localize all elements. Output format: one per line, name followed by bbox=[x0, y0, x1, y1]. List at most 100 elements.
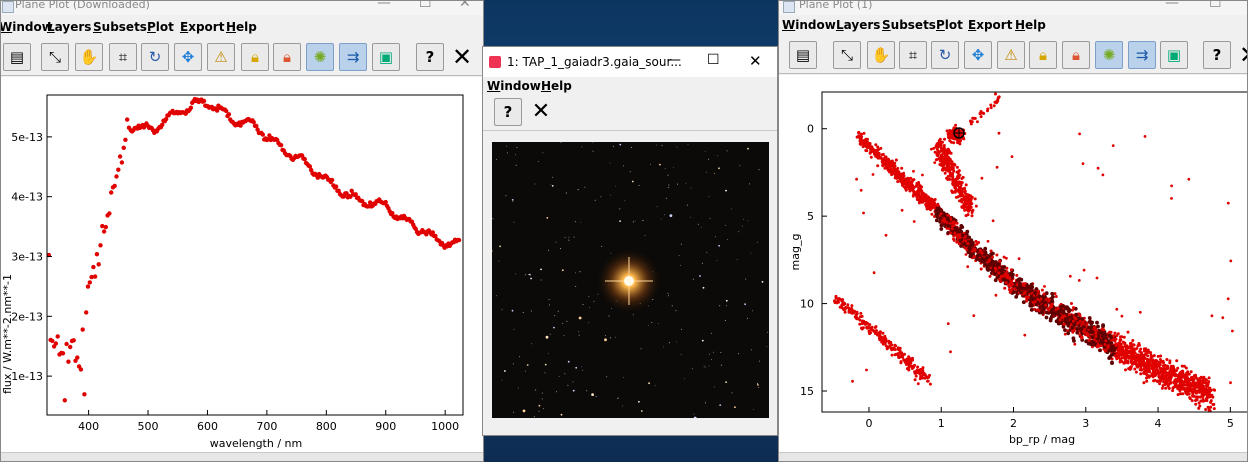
menu-help[interactable]: Help bbox=[226, 20, 257, 34]
data-point bbox=[1104, 348, 1108, 352]
print-icon[interactable]: ▤ bbox=[789, 41, 817, 69]
navigation-help-icon[interactable]: ⇉ bbox=[1128, 41, 1156, 69]
data-point bbox=[973, 197, 977, 201]
data-point bbox=[1168, 361, 1172, 365]
menu-export[interactable]: Export bbox=[968, 18, 1012, 32]
menu-window[interactable]: Window bbox=[782, 18, 836, 32]
close-icon[interactable]: ✕ bbox=[749, 52, 762, 70]
close-plot-icon[interactable]: ✕ bbox=[448, 43, 476, 71]
data-point bbox=[1164, 386, 1168, 390]
lock-color-icon[interactable]: 🔒︎ bbox=[273, 43, 301, 71]
axis-zoom-icon[interactable]: ⤡ bbox=[41, 43, 69, 71]
data-point bbox=[945, 129, 949, 133]
lock-icon[interactable]: 🔒︎ bbox=[241, 43, 269, 71]
data-point bbox=[1042, 292, 1046, 296]
help-icon[interactable]: ? bbox=[416, 43, 444, 71]
menu-export[interactable]: Export bbox=[180, 20, 224, 34]
navigation-help-icon[interactable]: ⇉ bbox=[339, 43, 367, 71]
menu-layers[interactable]: Layers bbox=[47, 20, 91, 34]
data-point bbox=[1089, 321, 1094, 326]
data-point bbox=[1112, 338, 1116, 342]
hand-icon[interactable]: ✋ bbox=[867, 41, 895, 69]
popup-title-bar[interactable]: 1: TAP_1_gaiadr3.gaia_sour... — ☐ ✕ bbox=[483, 47, 777, 77]
move-icon[interactable]: ✥ bbox=[964, 41, 992, 69]
minimize-icon[interactable]: — bbox=[1165, 1, 1179, 10]
print-icon[interactable]: ▤ bbox=[3, 43, 31, 71]
menu-subsets[interactable]: Subsets bbox=[882, 18, 936, 32]
data-point bbox=[1123, 357, 1127, 361]
menu-help[interactable]: Help bbox=[541, 79, 572, 93]
maximize-icon[interactable]: ☐ bbox=[419, 1, 432, 10]
menu-plot[interactable]: Plot bbox=[147, 20, 174, 34]
data-point bbox=[125, 117, 130, 122]
export-image-icon[interactable]: ▣ bbox=[372, 43, 400, 71]
data-point bbox=[1081, 162, 1085, 165]
axis-zoom-icon[interactable]: ⤡ bbox=[833, 41, 861, 69]
data-point bbox=[920, 189, 924, 193]
data-point bbox=[862, 319, 866, 323]
data-point bbox=[55, 334, 60, 339]
menu-plot[interactable]: Plot bbox=[936, 18, 963, 32]
cmd-plot[interactable]: 0 1 2 3 4 5 0 5 10 15 bp_rp / mag mag_g bbox=[779, 75, 1248, 453]
right-title-bar[interactable]: Plane Plot (1) — ☐ bbox=[779, 1, 1247, 15]
help-icon[interactable]: ? bbox=[494, 98, 522, 126]
left-title-bar[interactable]: Plane Plot (Downloaded) — ☐ ✕ bbox=[1, 1, 483, 15]
data-point bbox=[975, 120, 979, 124]
frame-icon[interactable]: ⌗ bbox=[899, 41, 927, 69]
menu-layers[interactable]: Layers bbox=[836, 18, 880, 32]
data-point bbox=[1123, 349, 1127, 353]
data-point bbox=[936, 206, 940, 211]
close-plot-icon[interactable]: ✕ bbox=[1235, 41, 1247, 69]
y-tick-label: 4e-13 bbox=[11, 191, 43, 204]
data-point bbox=[978, 112, 982, 116]
data-point bbox=[1132, 347, 1136, 351]
menu-window[interactable]: Window bbox=[1, 20, 53, 34]
data-point bbox=[1190, 399, 1194, 403]
lock-icon[interactable]: 🔒︎ bbox=[1029, 41, 1057, 69]
data-point bbox=[1180, 380, 1184, 383]
data-point bbox=[994, 293, 998, 297]
x-tick-label: 4 bbox=[1155, 417, 1162, 430]
move-icon[interactable]: ✥ bbox=[174, 43, 202, 71]
menu-subsets[interactable]: Subsets bbox=[93, 20, 147, 34]
x-tick-label: 2 bbox=[1010, 417, 1017, 430]
minimize-icon[interactable]: — bbox=[377, 1, 391, 10]
data-point bbox=[1207, 376, 1211, 380]
data-point bbox=[947, 227, 951, 231]
data-point bbox=[1186, 386, 1190, 390]
frame-icon[interactable]: ⌗ bbox=[109, 43, 137, 71]
data-point bbox=[946, 147, 950, 151]
data-point bbox=[1146, 362, 1150, 366]
export-image-icon[interactable]: ▣ bbox=[1160, 41, 1188, 69]
minimize-icon[interactable]: — bbox=[667, 52, 681, 68]
data-point bbox=[972, 255, 976, 259]
color-blobs-icon[interactable]: ✺ bbox=[306, 43, 334, 71]
maximize-icon[interactable]: ☐ bbox=[1209, 1, 1222, 10]
data-point bbox=[907, 365, 911, 369]
menu-help[interactable]: Help bbox=[1015, 18, 1046, 32]
data-point bbox=[868, 323, 872, 327]
close-icon[interactable]: ✕ bbox=[527, 98, 555, 126]
data-point bbox=[986, 239, 990, 243]
x-tick-label: 600 bbox=[197, 420, 218, 433]
maximize-icon[interactable]: ☐ bbox=[707, 52, 720, 68]
data-point bbox=[903, 178, 907, 181]
lock-color-icon[interactable]: 🔒︎ bbox=[1062, 41, 1090, 69]
data-point bbox=[997, 131, 1001, 135]
data-point bbox=[871, 173, 875, 176]
spectrum-plot[interactable]: 400 500 600 700 800 900 1000 1e-13 2e-13 3e-13 4e-… bbox=[1, 77, 484, 452]
menu-window[interactable]: Window bbox=[487, 79, 541, 93]
color-blobs-icon[interactable]: ✺ bbox=[1095, 41, 1123, 69]
reset-icon[interactable]: ↻ bbox=[141, 43, 169, 71]
close-icon[interactable]: ✕ bbox=[459, 1, 471, 10]
data-point bbox=[1018, 283, 1022, 288]
data-point bbox=[1007, 284, 1011, 288]
hand-icon[interactable]: ✋ bbox=[75, 43, 103, 71]
reset-icon[interactable]: ↻ bbox=[931, 41, 959, 69]
ruler-icon[interactable]: ⚠ bbox=[207, 43, 235, 71]
data-point bbox=[119, 160, 125, 165]
help-icon[interactable]: ? bbox=[1203, 41, 1231, 69]
data-point bbox=[884, 233, 888, 237]
data-point bbox=[998, 259, 1002, 263]
ruler-icon[interactable]: ⚠ bbox=[997, 41, 1025, 69]
